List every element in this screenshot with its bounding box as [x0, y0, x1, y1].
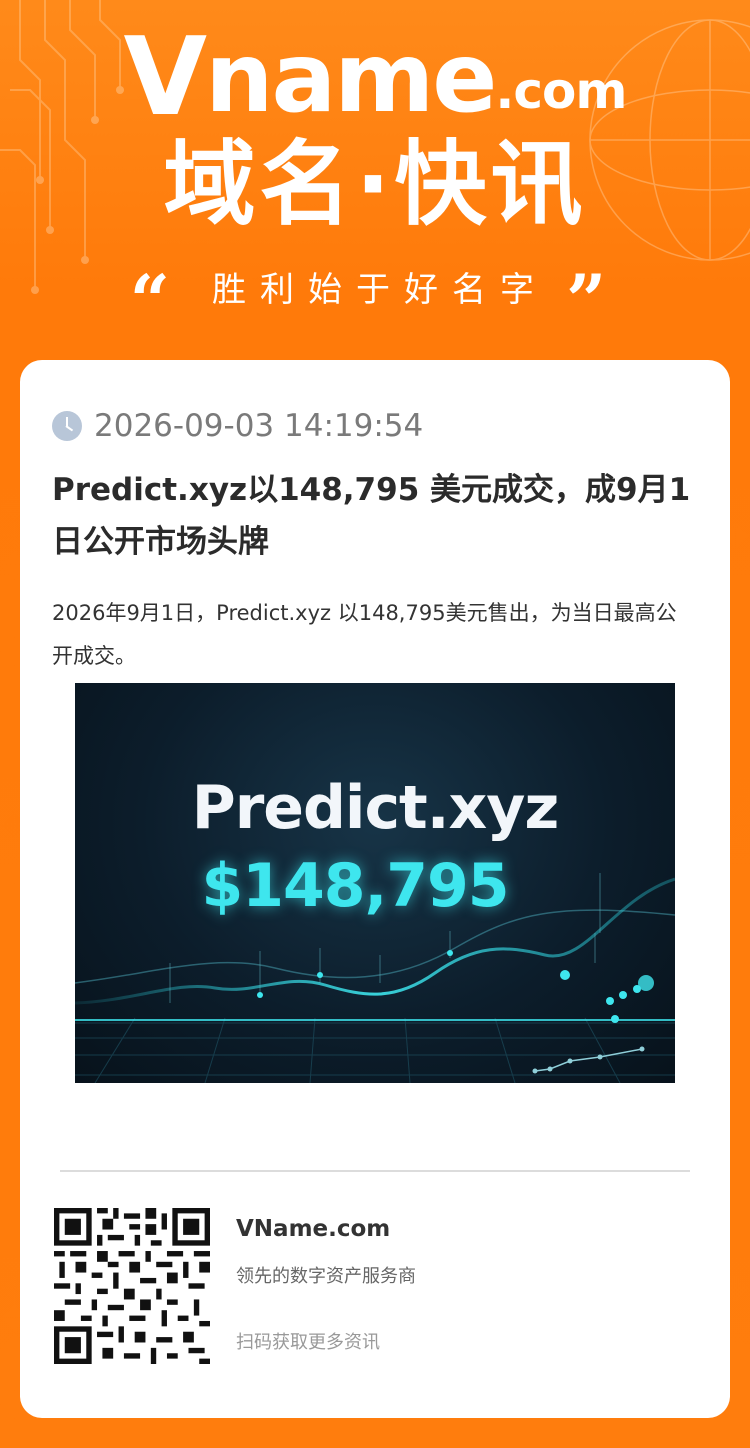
quote-close-icon: ”: [566, 258, 621, 342]
article-title: Predict.xyz以148,795 美元成交，成9月1日公开市场头牌: [52, 472, 691, 560]
brand-logo-com: .com: [495, 62, 627, 120]
header-banner: Vname .com 域名·快讯 “ 胜利始于好名字 ”: [0, 0, 750, 360]
timestamp: 2026-09-03 14:19:54: [94, 408, 424, 444]
qr-code[interactable]: [54, 1208, 210, 1364]
news-card: 2026-09-03 14:19:54 Predict.xyz以148,795 …: [20, 360, 730, 1418]
divider: [60, 1170, 690, 1172]
timestamp-row: 2026-09-03 14:19:54: [52, 408, 423, 444]
banner-title: 域名·快讯: [163, 131, 587, 238]
clock-icon: [52, 411, 82, 441]
hero-price: $148,795: [201, 851, 509, 921]
brand-logo-v: V: [123, 15, 208, 140]
article-summary: 2026年9月1日，Predict.xyz 以148,795美元售出，为当日最高…: [52, 601, 677, 668]
footer-brand: VName.com: [236, 1216, 391, 1242]
footer-cta: 扫码获取更多资讯: [236, 1332, 380, 1353]
footer-tagline: 领先的数字资产服务商: [236, 1266, 416, 1287]
hero-domain: Predict.xyz: [191, 773, 560, 843]
slogan: “ 胜利始于好名字 ”: [0, 258, 750, 342]
brand-logo: Vname .com: [0, 15, 750, 140]
quote-open-icon: “: [129, 258, 184, 342]
slogan-text: 胜利始于好名字: [212, 270, 548, 310]
brand-logo-name: name: [205, 22, 497, 134]
hero-image: Predict.xyz $148,795: [75, 683, 675, 1083]
